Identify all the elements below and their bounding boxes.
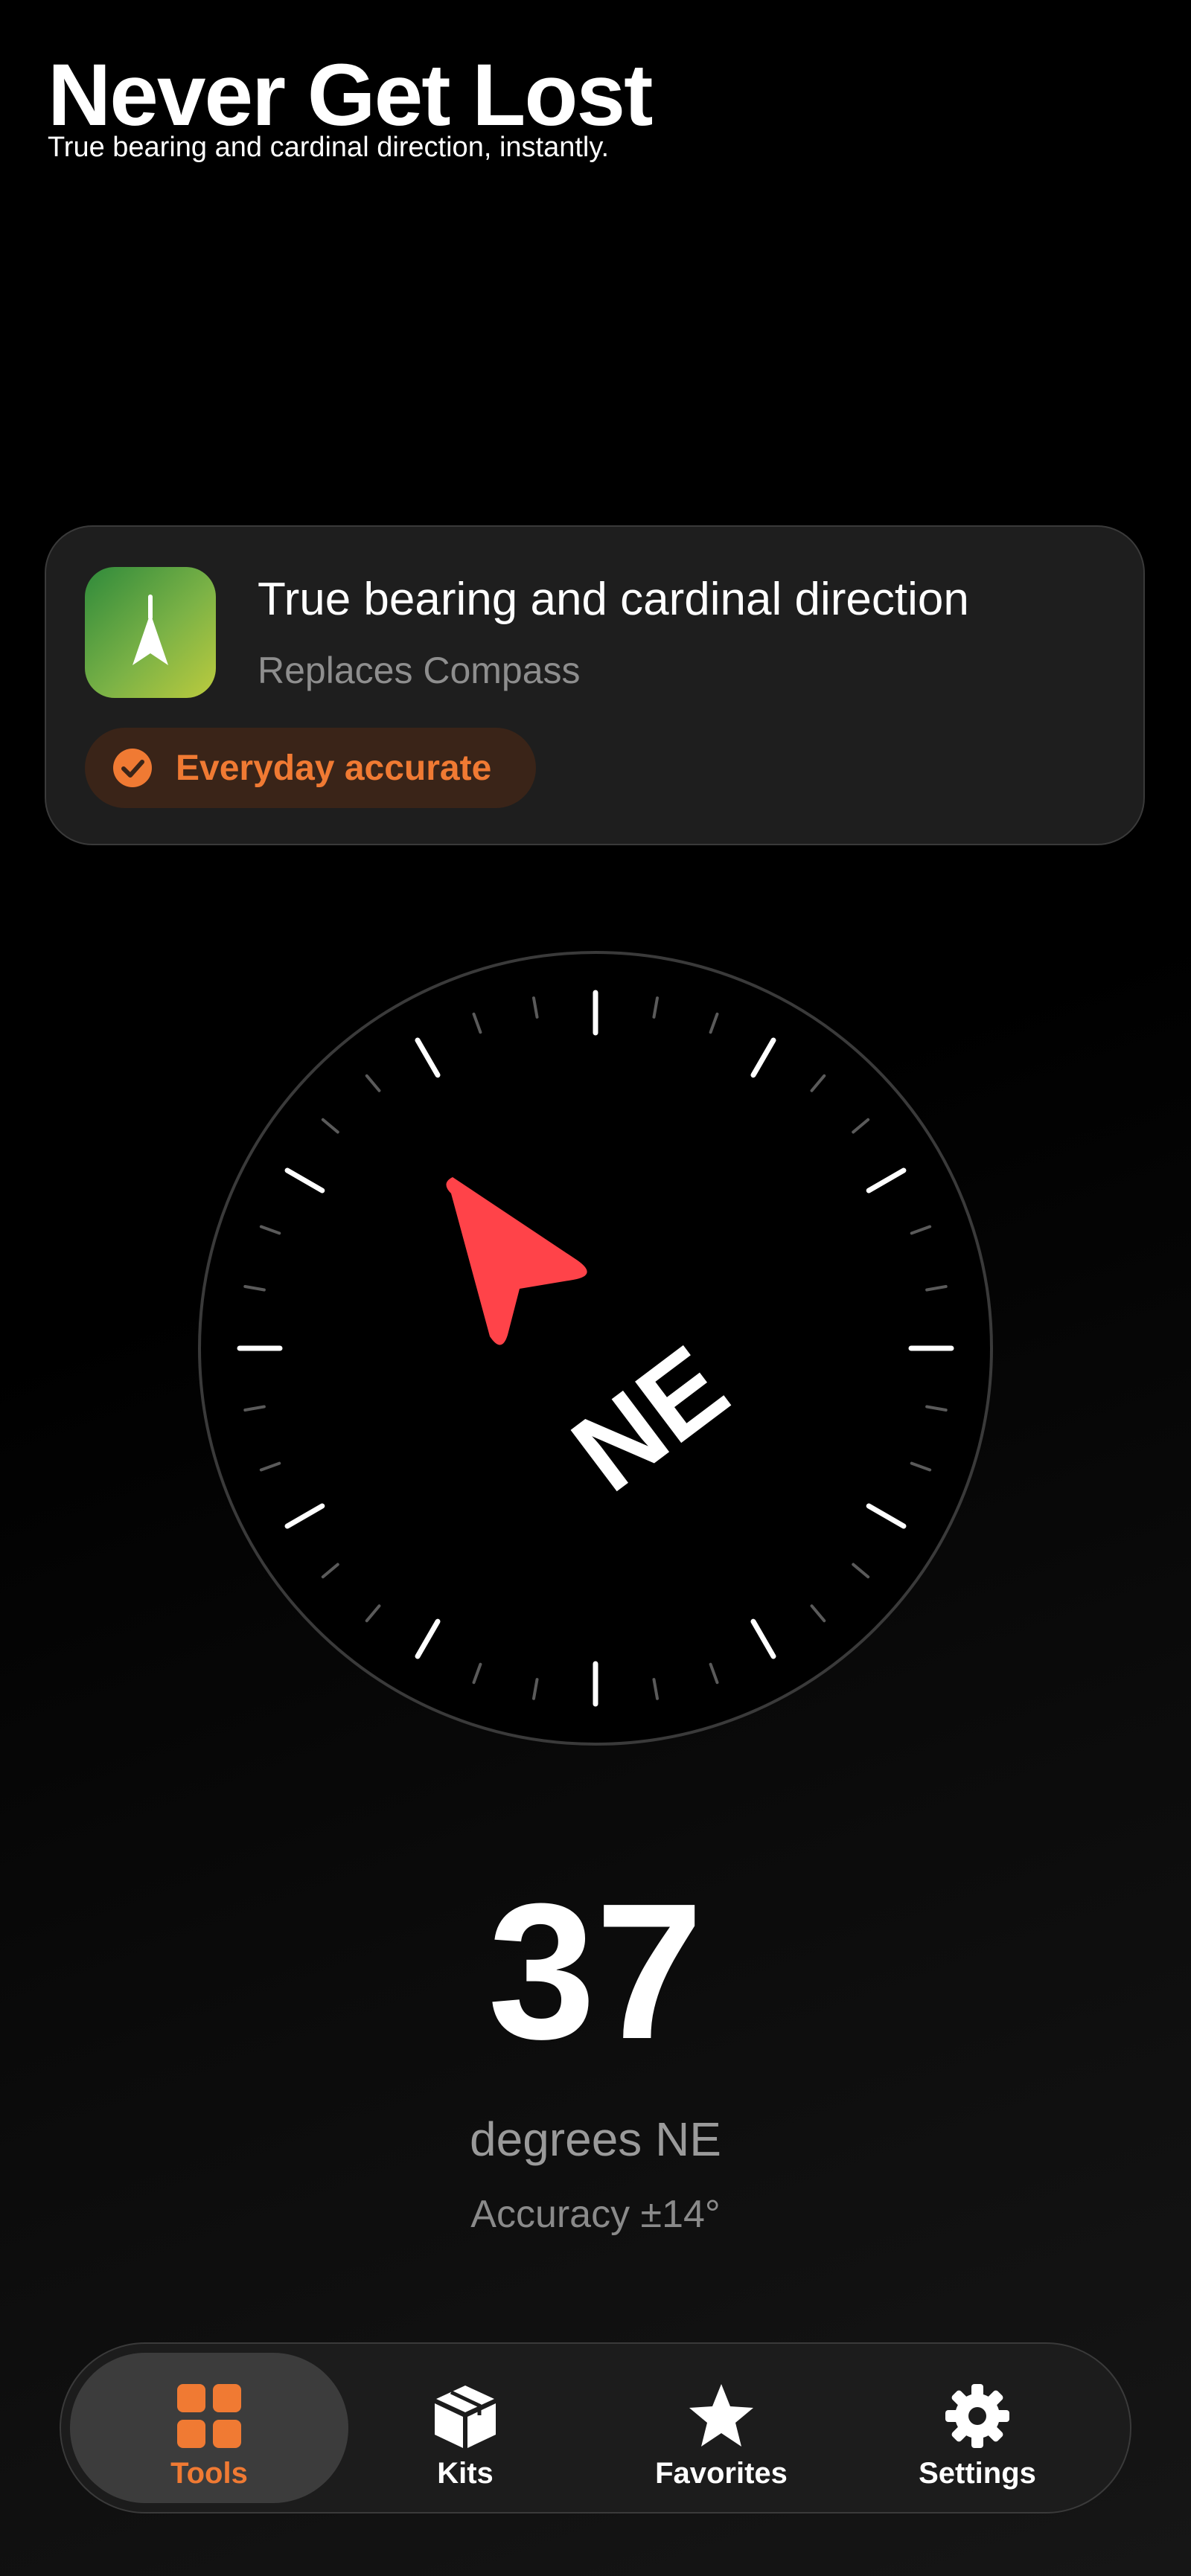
tab-label: Kits — [437, 2457, 494, 2490]
heading-degrees: 37 — [488, 1864, 703, 2080]
tab-tools[interactable]: Tools — [70, 2353, 348, 2503]
tab-settings[interactable]: Settings — [838, 2353, 1117, 2503]
tab-label: Favorites — [655, 2457, 788, 2490]
tab-favorites[interactable]: Favorites — [582, 2353, 860, 2503]
compass-dial: NE — [198, 951, 993, 1746]
accuracy-badge: Everyday accurate — [85, 728, 536, 808]
tab-kits[interactable]: Kits — [326, 2353, 604, 2503]
box-icon — [435, 2386, 496, 2448]
page-subtitle: True bearing and cardinal direction, ins… — [48, 132, 610, 163]
grid-icon — [177, 2384, 241, 2448]
tab-bar: Tools Kits Favorites Settings — [60, 2342, 1131, 2513]
tab-label: Tools — [170, 2457, 248, 2490]
star-icon — [689, 2384, 753, 2447]
page-title: Never Get Lost — [48, 46, 653, 144]
header: Never Get Lost True bearing and cardinal… — [48, 46, 653, 164]
card-subtitle: Replaces Compass — [258, 650, 581, 691]
heading-unit-label: degrees NE — [470, 2112, 721, 2166]
badge-label: Everyday accurate — [176, 748, 492, 788]
checkmark-circle-icon — [113, 749, 152, 787]
tool-info-card[interactable]: True bearing and cardinal direction Repl… — [45, 525, 1145, 845]
gear-icon — [945, 2384, 1009, 2448]
tab-label: Settings — [919, 2457, 1036, 2490]
heading-accuracy: Accuracy ±14° — [470, 2193, 721, 2236]
card-title: True bearing and cardinal direction — [258, 574, 969, 625]
compass-arrow-icon — [85, 567, 216, 698]
